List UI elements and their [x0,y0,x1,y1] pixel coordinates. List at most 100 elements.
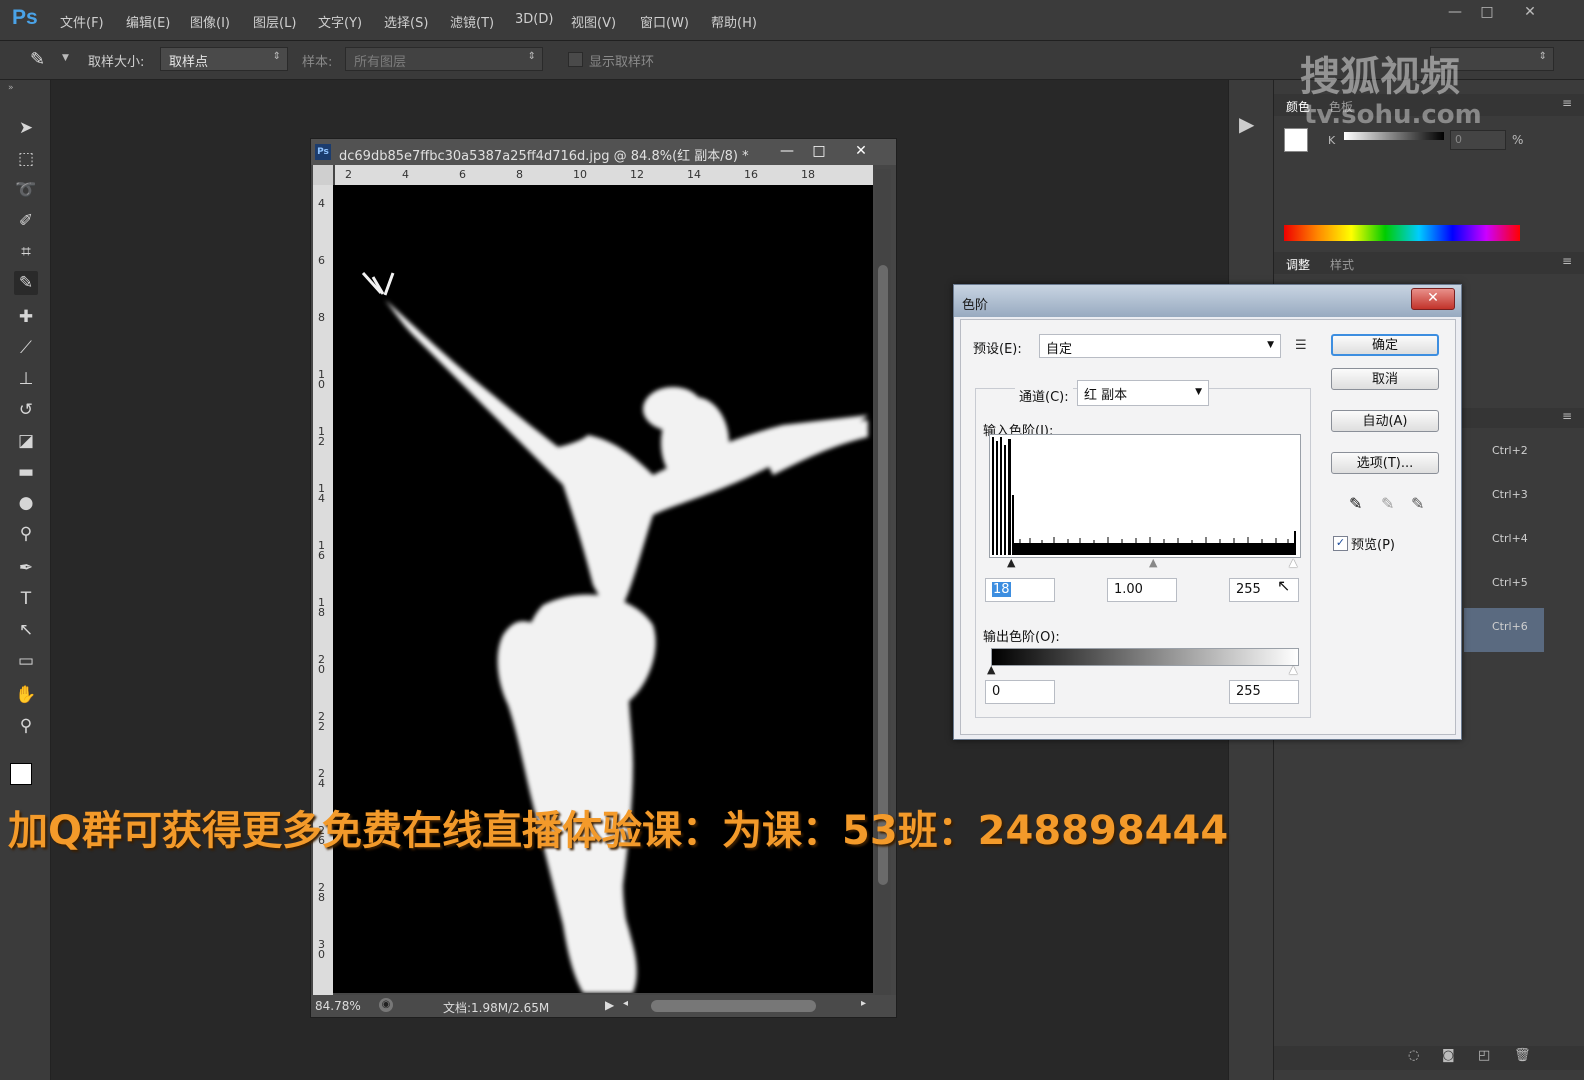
play-action-icon[interactable]: ▶ [1239,112,1254,136]
vertical-scroll-thumb[interactable] [878,265,888,885]
sample-label: 样本: [302,55,333,70]
levels-titlebar[interactable]: 色阶 ✕ [954,285,1461,317]
trash-icon[interactable]: 🗑 [1514,1048,1531,1063]
ruler-v-label: 1 6 [318,539,325,562]
sample-size-select[interactable]: 取样点 ⇕ [160,47,288,71]
hand-icon[interactable]: ✋ [14,683,38,707]
options-button[interactable]: 选项(T)... [1331,452,1439,474]
load-selection-icon[interactable]: ◌ [1408,1048,1419,1063]
pen-icon[interactable]: ✒ [14,556,38,580]
white-output-slider[interactable]: ▲ [1289,663,1297,676]
tab-styles[interactable]: 样式 [1330,256,1354,273]
ruler-v-label: 2 4 [318,767,325,790]
sample-select[interactable]: 所有图层 ⇕ [345,47,543,71]
output-black-field[interactable]: 0 [985,680,1055,704]
color-foreground-swatch[interactable] [1284,128,1308,152]
tab-adjustments[interactable]: 调整 [1286,256,1310,273]
input-gamma-field[interactable]: 1.00 [1107,578,1177,602]
ok-button[interactable]: 确定 [1331,334,1439,356]
output-white-field[interactable]: 255 [1229,680,1299,704]
vertical-scrollbar[interactable] [875,169,891,995]
chevron-down-icon[interactable]: ▼ [62,53,69,63]
preset-options-icon[interactable]: ☰ [1295,338,1307,353]
collapse-icon[interactable]: » [8,83,14,93]
black-point-eyedropper-icon[interactable]: ✎ [1349,494,1362,513]
spectrum-bar[interactable] [1284,225,1520,241]
panel-menu-icon[interactable]: ≡ [1562,254,1572,268]
menu-filter[interactable]: 滤镜(T) [450,12,494,31]
panel-menu-icon[interactable]: ≡ [1562,96,1572,110]
menu-select[interactable]: 选择(S) [384,12,428,31]
tools-panel: » ➤ ⬚ ➰ ✐ ⌗ ✎ ✚ ⟋ ⊥ ↺ ◪ ▬ ● ⚲ ✒ T ↖ ▭ ✋ … [0,80,51,1080]
output-gradient [991,648,1299,666]
foreground-color-swatch[interactable] [10,763,32,785]
menu-type[interactable]: 文字(Y) [318,12,362,31]
gamma-input-slider[interactable]: ▲ [1149,556,1157,569]
gradient-icon[interactable]: ▬ [14,460,38,484]
horizontal-ruler: 2 4 6 8 10 12 14 16 18 [335,165,873,185]
menu-file[interactable]: 文件(F) [60,12,104,31]
brush-icon[interactable]: ⟋ [14,336,38,360]
new-channel-icon[interactable]: ◰ [1478,1048,1490,1063]
menu-image[interactable]: 图像(I) [190,12,230,31]
document-titlebar[interactable]: Ps dc69db85e7ffbc30a5387a25ff4d716d.jpg … [311,139,896,165]
eraser-icon[interactable]: ◪ [14,429,38,453]
preset-select[interactable]: 自定 ▼ [1039,334,1281,358]
scroll-left-icon[interactable]: ◂ [623,998,628,1009]
menu-3d[interactable]: 3D(D) [515,12,553,27]
menu-help[interactable]: 帮助(H) [711,12,757,31]
doc-maximize-button[interactable]: □ [803,141,835,161]
doc-close-button[interactable]: ✕ [845,141,877,161]
move-icon[interactable]: ➤ [14,116,38,140]
close-button[interactable]: ✕ [1515,4,1545,24]
marquee-icon[interactable]: ⬚ [14,147,38,171]
zoom-icon[interactable]: ⚲ [14,714,38,738]
doc-minimize-button[interactable]: — [771,141,803,161]
history-brush-icon[interactable]: ↺ [14,398,38,422]
eyedropper-preset-icon[interactable]: ✎ [30,49,45,70]
show-ring-checkbox[interactable] [568,52,583,67]
levels-close-button[interactable]: ✕ [1411,288,1455,310]
lasso-icon[interactable]: ➰ [14,178,38,202]
k-value-field[interactable]: 0 [1450,130,1506,150]
maximize-button[interactable]: □ [1472,4,1502,24]
healing-icon[interactable]: ✚ [14,305,38,329]
dancer-silhouette [361,271,868,993]
path-select-icon[interactable]: ↖ [14,618,38,642]
gray-point-eyedropper-icon[interactable]: ✎ [1381,494,1394,513]
image-canvas[interactable] [333,185,873,993]
horizontal-scroll-thumb[interactable] [651,1000,816,1012]
promo-caption: 加Q群可获得更多免费在线直播体验课：为课：53班：248898444 [8,808,1229,854]
black-output-slider[interactable]: ▲ [987,663,995,676]
menu-layer[interactable]: 图层(L) [253,12,296,31]
menu-edit[interactable]: 编辑(E) [126,12,170,31]
rectangle-icon[interactable]: ▭ [14,649,38,673]
channel-select[interactable]: 红 副本 ▼ [1077,380,1209,406]
zoom-level[interactable]: 84.78% [315,999,361,1013]
k-slider[interactable] [1344,132,1444,140]
menu-window[interactable]: 窗口(W) [640,12,689,31]
quick-select-icon[interactable]: ✐ [14,209,38,233]
stamp-icon[interactable]: ⊥ [14,367,38,391]
save-selection-icon[interactable]: ◙ [1442,1048,1455,1063]
preview-checkbox[interactable]: ✓ [1333,536,1348,551]
dodge-icon[interactable]: ⚲ [14,522,38,546]
type-icon[interactable]: T [14,587,38,611]
status-play-icon[interactable]: ▶ [605,998,614,1012]
sample-value: 所有图层 [354,55,407,70]
input-black-field[interactable]: 18 [985,578,1055,602]
black-input-slider[interactable]: ▲ [1007,556,1015,569]
blur-icon[interactable]: ● [14,491,38,515]
scroll-right-icon[interactable]: ▸ [861,998,866,1009]
crop-icon[interactable]: ⌗ [14,240,38,264]
menu-view[interactable]: 视图(V) [571,12,616,31]
panel-menu-icon[interactable]: ≡ [1562,409,1572,423]
auto-button[interactable]: 自动(A) [1331,410,1439,432]
cancel-button[interactable]: 取消 [1331,368,1439,390]
white-point-eyedropper-icon[interactable]: ✎ [1411,494,1424,513]
status-menu-icon[interactable]: ◉ [379,998,393,1012]
eyedropper-icon[interactable]: ✎ [14,271,38,295]
document-title: dc69db85e7ffbc30a5387a25ff4d716d.jpg @ 8… [339,149,749,164]
white-input-slider[interactable]: ▲ [1289,556,1297,569]
minimize-button[interactable]: — [1440,4,1470,24]
